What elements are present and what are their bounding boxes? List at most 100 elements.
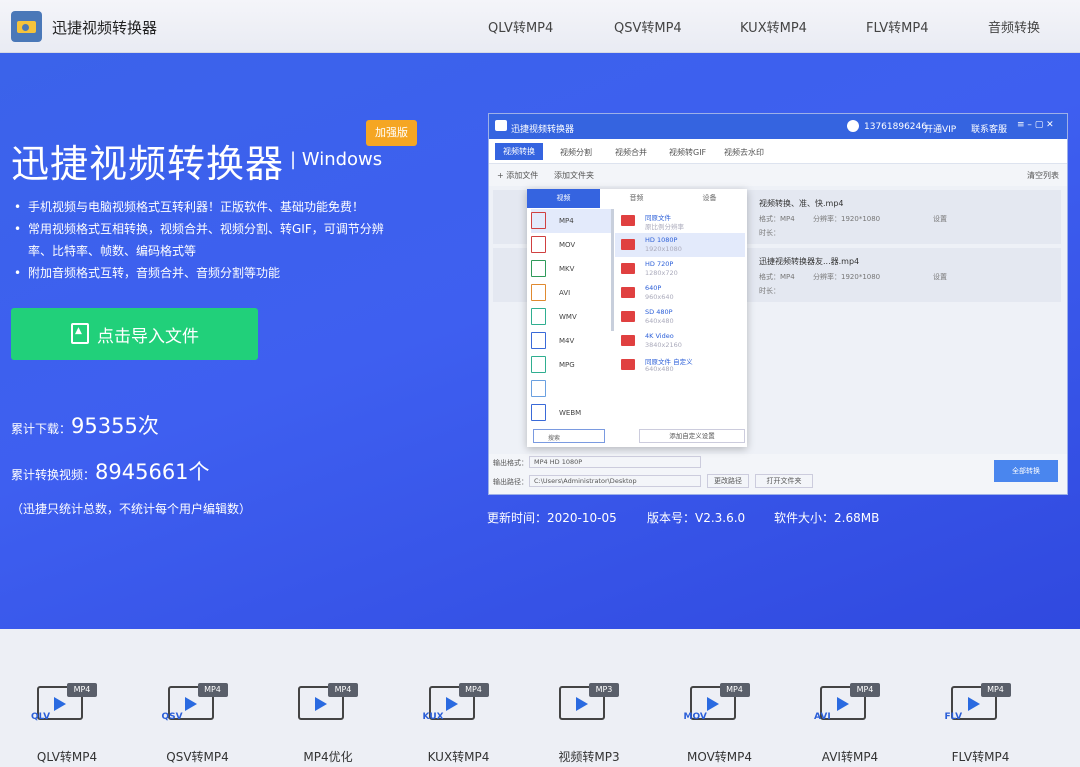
quality-detail: 960x640: [645, 293, 674, 301]
quality-item: 同原文件 原比例分辨率: [615, 209, 745, 233]
app-tab-bar: 视频转换 视频分割 视频合并 视频转GIF 视频去水印: [489, 139, 1067, 164]
update-time: 更新时间：2020-10-05: [487, 511, 617, 525]
tool-label: KUX转MP4: [427, 750, 490, 764]
convert-stat-label: 累计转换视频：: [11, 468, 96, 482]
tool-qlv-to-mp4[interactable]: MP4 QLV QLV转MP4: [7, 652, 127, 767]
play-icon: [315, 697, 327, 711]
app-window-title: 迅捷视频转换器: [511, 125, 575, 135]
add-custom-setting-button: 添加自定义设置: [639, 429, 745, 443]
format-tag: MP4: [328, 683, 358, 697]
quality-detail: 1280x720: [645, 269, 678, 277]
video-file-icon: [531, 212, 546, 229]
file-name: 迅捷视频转换器友...器.mp4: [759, 257, 860, 266]
video-file-icon: [531, 356, 546, 373]
app-tab: 视频转换: [495, 143, 543, 160]
feature-item: 常用视频格式互相转换，视频合并、视频分割、转GIF，可调节分辨率、比特率、帧数、…: [14, 218, 404, 262]
brand-name[interactable]: 迅捷视频转换器: [52, 17, 157, 38]
hero-title: 迅捷视频转换器: [11, 142, 285, 186]
quality-icon: [621, 311, 635, 322]
nav-kux-to-mp4[interactable]: KUX转MP4: [740, 17, 807, 36]
app-tab: 视频转GIF: [669, 148, 707, 157]
app-preview-screenshot: 迅捷视频转换器 13761896246 开通VIP 联系客服 ≡ – ▢ ✕ 视…: [488, 113, 1068, 495]
format-tag: MP4: [850, 683, 880, 697]
source-format-tag: QSV: [161, 712, 183, 722]
tool-qsv-to-mp4[interactable]: MP4 QSV QSV转MP4: [138, 652, 258, 767]
tool-kux-to-mp4[interactable]: MP4 KUX KUX转MP4: [399, 652, 519, 767]
download-stat: 累计下载：95355次: [11, 410, 159, 440]
open-folder-button: 打开文件夹: [755, 474, 813, 488]
import-file-button[interactable]: 点击导入文件: [11, 308, 258, 360]
quality-icon: [621, 263, 635, 274]
output-format-label: 输出格式：: [493, 459, 528, 467]
tool-video-to-mp3[interactable]: MP3 视频转MP3: [529, 652, 649, 767]
format-name: MOV: [559, 241, 576, 249]
app-titlebar: 迅捷视频转换器 13761896246 开通VIP 联系客服 ≡ – ▢ ✕: [489, 114, 1067, 139]
nav-qlv-to-mp4[interactable]: QLV转MP4: [488, 17, 553, 36]
app-logo-icon: [495, 120, 507, 131]
format-tab: 设备: [702, 194, 717, 202]
tool-mov-to-mp4[interactable]: MP4 MOV MOV转MP4: [660, 652, 780, 767]
hero-platform: | Windows: [290, 149, 383, 170]
format-tag: MP4: [67, 683, 97, 697]
window-controls-icon: ≡ – ▢ ✕: [1017, 120, 1054, 130]
file-settings: 设置: [933, 273, 947, 281]
quality-name: 4K Video: [645, 332, 674, 340]
tool-avi-to-mp4[interactable]: MP4 AVI AVI转MP4: [790, 652, 910, 767]
app-tab: 视频合并: [615, 148, 647, 157]
file-format: 格式：MP4: [759, 273, 795, 281]
clear-list-button: 清空列表: [1027, 171, 1059, 180]
format-tag: MP4: [719, 683, 750, 697]
tool-label: AVI转MP4: [821, 750, 879, 764]
nav-flv-to-mp4[interactable]: FLV转MP4: [866, 17, 929, 36]
download-stat-value: 95355次: [71, 414, 159, 438]
feature-list: 手机视频与电脑视频格式互转利器！正版软件、基础功能免费！ 常用视频格式互相转换，…: [14, 196, 404, 284]
tool-flv-to-mp4[interactable]: MP4 FLV FLV转MP4: [921, 652, 1041, 767]
tool-label: MP4优化: [303, 750, 353, 764]
user-avatar-icon: [847, 120, 859, 132]
file-name: 视频转换、准、快.mp4: [759, 199, 844, 208]
format-tab: 视频: [527, 189, 600, 208]
enhanced-badge: 加强版: [366, 120, 417, 146]
file-settings: 设置: [933, 215, 947, 223]
convert-stat-value: 8945661个: [95, 460, 210, 484]
format-name: MP4: [559, 217, 574, 225]
play-icon: [184, 697, 197, 711]
format-item: MOV: [531, 233, 611, 257]
quality-item: 640P 960x640: [615, 281, 745, 305]
format-scrollbar: [611, 209, 614, 331]
app-tab: 视频分割: [560, 148, 592, 157]
source-format-tag: FLV: [944, 712, 963, 722]
stat-note: （迅捷只统计总数，不统计每个用户编辑数）: [11, 502, 252, 516]
file-duration: 时长：: [759, 287, 780, 295]
quality-item: 同原文件 自定义 640x480: [615, 353, 745, 377]
format-item: WMV: [531, 305, 611, 329]
upload-file-icon: [71, 323, 89, 344]
app-logo-icon[interactable]: [11, 11, 42, 42]
quality-icon: [621, 335, 635, 346]
download-stat-label: 累计下载：: [11, 422, 72, 436]
quality-detail: 原比例分辨率: [645, 223, 684, 231]
tool-mp4-optimize[interactable]: MP4 MP4优化: [268, 652, 388, 767]
feature-item: 附加音频格式互转，音频合并、音频分割等功能: [14, 262, 404, 284]
format-tabs: 视频 音频 设备: [527, 189, 747, 208]
quality-icon: [621, 359, 635, 370]
quality-name: HD 1080P: [645, 236, 678, 244]
feature-item: 手机视频与电脑视频格式互转利器！正版软件、基础功能免费！: [14, 196, 404, 218]
format-item: [531, 377, 611, 401]
top-nav-bar: 迅捷视频转换器 QLV转MP4 QSV转MP4 KUX转MP4 FLV转MP4 …: [0, 0, 1080, 53]
nav-qsv-to-mp4[interactable]: QSV转MP4: [614, 17, 682, 36]
quality-name: SD 480P: [645, 308, 673, 316]
nav-audio-convert[interactable]: 音频转换: [988, 17, 1040, 36]
format-tag: MP4: [458, 683, 489, 697]
output-path-field: C:\Users\Administrator\Desktop: [529, 475, 701, 487]
video-file-icon: [531, 332, 546, 349]
format-name: MKV: [559, 265, 575, 273]
add-folder-button: 添加文件夹: [554, 171, 594, 180]
app-tab: 视频去水印: [724, 148, 764, 157]
quality-detail: 640x480: [645, 317, 674, 325]
tool-label: QLV转MP4: [36, 750, 98, 764]
quality-icon: [621, 287, 635, 298]
tool-label: QSV转MP4: [166, 750, 229, 764]
format-name: WMV: [559, 313, 577, 321]
format-tag: MP3: [589, 683, 619, 697]
